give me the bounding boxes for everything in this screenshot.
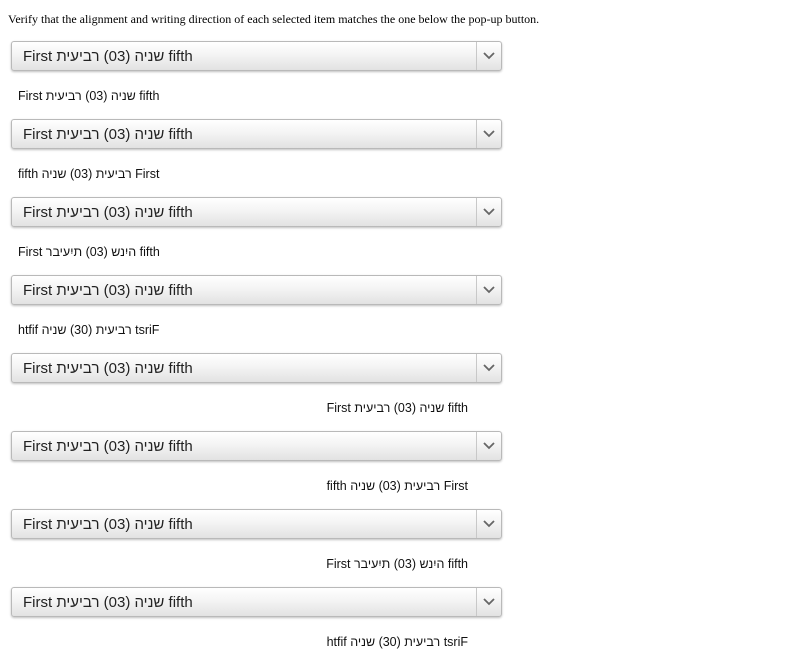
chevron-down-icon[interactable] [477, 432, 501, 460]
reference-text-8: htfif רביעית (30) שניה tsriF [326, 635, 468, 649]
reference-text-2: fifth רביעית (03) שניה First [18, 167, 160, 181]
chevron-down-icon[interactable] [477, 198, 501, 226]
popup-selected-value: First שניה (03) רביעית fifth [23, 126, 193, 143]
chevron-down-icon[interactable] [477, 354, 501, 382]
popup-button-3[interactable]: First שניה (03) רביעית fifth [11, 197, 502, 227]
popup-selected-value: First שניה (03) רביעית fifth [23, 282, 193, 299]
popup-selected-value: First שניה (03) רביעית fifth [23, 204, 193, 221]
chevron-down-icon[interactable] [477, 42, 501, 70]
popup-selected-value: First שניה (03) רביעית fifth [23, 360, 193, 377]
reference-text-1: First שניה (03) רביעית fifth [18, 89, 160, 103]
popup-selected-value: First שניה (03) רביעית fifth [23, 48, 193, 65]
popup-button-1[interactable]: First שניה (03) רביעית fifth [11, 41, 502, 71]
chevron-down-icon[interactable] [477, 588, 501, 616]
popup-button-8[interactable]: First שניה (03) רביעית fifth [11, 587, 502, 617]
popup-button-5[interactable]: First שניה (03) רביעית fifth [11, 353, 502, 383]
popup-button-7[interactable]: First שניה (03) רביעית fifth [11, 509, 502, 539]
popup-button-2[interactable]: First שניה (03) רביעית fifth [11, 119, 502, 149]
chevron-down-icon[interactable] [477, 120, 501, 148]
popup-selected-value: First שניה (03) רביעית fifth [23, 438, 193, 455]
popup-button-6[interactable]: First שניה (03) רביעית fifth [11, 431, 502, 461]
chevron-down-icon[interactable] [477, 276, 501, 304]
popup-button-4[interactable]: First שניה (03) רביעית fifth [11, 275, 502, 305]
reference-text-4: htfif רביעית (30) שניה tsriF [18, 323, 160, 337]
popup-selected-value: First שניה (03) רביעית fifth [23, 594, 193, 611]
reference-text-6: fifth רביעית (03) שניה First [326, 479, 468, 493]
popup-selected-value: First שניה (03) רביעית fifth [23, 516, 193, 533]
instructions-text: Verify that the alignment and writing di… [8, 12, 540, 26]
reference-text-7: First היִנש (03) תיִעיבר fifth [326, 557, 468, 571]
chevron-down-icon[interactable] [477, 510, 501, 538]
reference-text-5: First שניה (03) רביעית fifth [326, 401, 468, 415]
reference-text-3: First היִנש (03) תיִעיבר fifth [18, 245, 160, 259]
